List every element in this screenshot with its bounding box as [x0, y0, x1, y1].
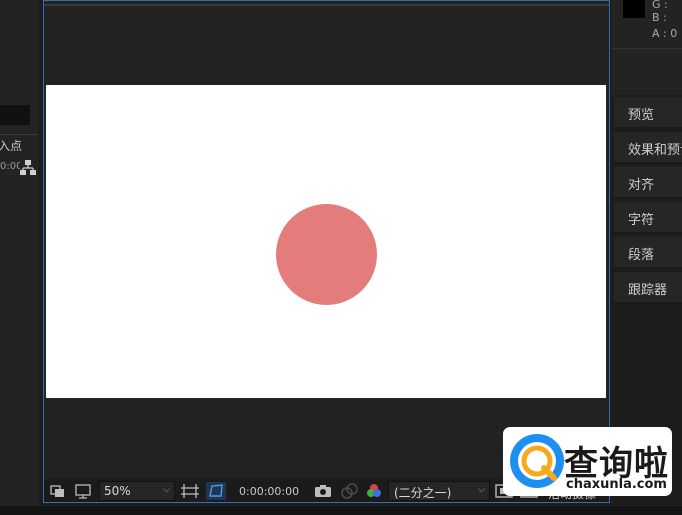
- panel-tab-label: 字符: [628, 213, 655, 228]
- watermark-url: chaxunla.com: [566, 477, 667, 492]
- left-panel: [0, 0, 38, 515]
- color-swatch: [623, 0, 645, 18]
- flowchart-icon[interactable]: [19, 159, 37, 177]
- search-logo-icon: [510, 434, 564, 488]
- chevron-down-icon: ⌵: [163, 485, 170, 495]
- panel-tab-effects-presets[interactable]: 效果和预设: [614, 132, 682, 164]
- panel-tab-character[interactable]: 字符: [614, 202, 682, 234]
- info-g-value: G :: [652, 0, 668, 11]
- panel-tab-label: 段落: [628, 248, 655, 263]
- resolution-dropdown[interactable]: (二分之一) ⌵: [388, 481, 490, 501]
- info-divider: [612, 48, 682, 49]
- monitor-icon[interactable]: [74, 481, 92, 501]
- chevron-down-icon: ⌵: [478, 485, 485, 495]
- red-circle-shape-layer[interactable]: [276, 204, 377, 305]
- current-time-display[interactable]: 0:00:00:00: [239, 485, 299, 498]
- color-channels-icon[interactable]: [364, 481, 384, 501]
- viewer-header-strip: [44, 4, 609, 6]
- always-preview-icon[interactable]: [49, 481, 67, 501]
- status-bar: [0, 506, 682, 515]
- resolution-value: (二分之一): [394, 486, 452, 500]
- magnification-value: 50%: [104, 484, 131, 498]
- in-point-time-cell: 0:00:: [0, 161, 20, 172]
- panel-tab-preview[interactable]: 预览: [614, 97, 682, 129]
- show-snapshot-icon[interactable]: [339, 481, 359, 501]
- info-a-value: A : 0: [652, 27, 678, 40]
- camera-icon[interactable]: [313, 481, 333, 501]
- panel-tab-label: 对齐: [628, 178, 655, 193]
- info-b-value: B :: [652, 11, 667, 24]
- left-divider: [0, 134, 38, 135]
- panel-tab-align[interactable]: 对齐: [614, 167, 682, 199]
- grid-guides-icon[interactable]: [180, 481, 200, 501]
- mask-visibility-icon[interactable]: [205, 481, 227, 501]
- in-point-column-header[interactable]: 入点: [0, 137, 38, 155]
- panel-tab-paragraph[interactable]: 段落: [614, 237, 682, 269]
- left-search-field[interactable]: [0, 105, 30, 125]
- panel-tab-label: 预览: [628, 108, 655, 123]
- panel-tab-tracker[interactable]: 跟踪器: [614, 272, 682, 304]
- panel-tab-label: 跟踪器: [628, 283, 668, 298]
- panel-tab-label: 效果和预设: [628, 143, 682, 158]
- magnification-dropdown[interactable]: 50% ⌵: [99, 481, 175, 501]
